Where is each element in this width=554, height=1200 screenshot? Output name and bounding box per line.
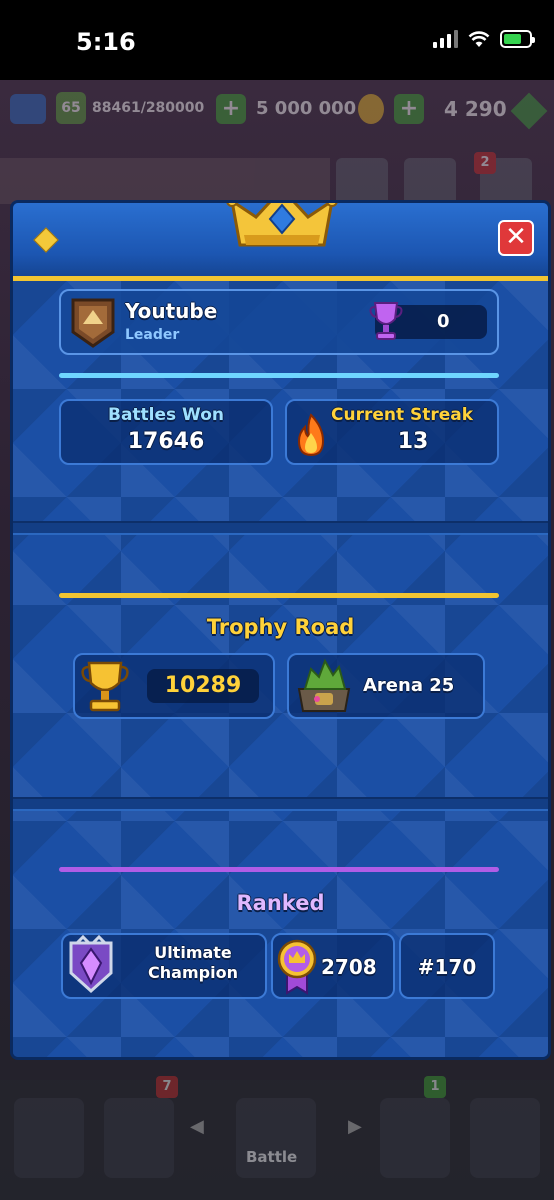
clan-trophies-value: 0 bbox=[437, 311, 450, 332]
status-icons bbox=[433, 30, 535, 48]
background-events-tab bbox=[470, 1098, 540, 1178]
left-arrow-icon: ◀ bbox=[190, 1116, 204, 1137]
battery-icon bbox=[500, 30, 535, 48]
wifi-icon bbox=[468, 31, 490, 47]
current-streak-label: Current Streak bbox=[331, 405, 474, 425]
ranked-separator bbox=[59, 867, 499, 872]
background-add-gems-button: + bbox=[394, 94, 424, 124]
current-streak-value: 13 bbox=[397, 429, 429, 454]
background-add-gold-button: + bbox=[216, 94, 246, 124]
ranked-title: Ranked bbox=[236, 891, 325, 915]
status-time: 5:16 bbox=[76, 28, 136, 56]
background-level: 65 bbox=[56, 92, 86, 124]
section-divider-2 bbox=[13, 797, 548, 811]
rating-value: 2708 bbox=[321, 955, 377, 979]
purple-trophy-icon bbox=[369, 302, 403, 340]
diamond-icon bbox=[33, 227, 59, 253]
gold-coin-icon bbox=[358, 94, 384, 124]
close-button[interactable]: ✕ bbox=[498, 220, 534, 256]
ultimate-champion-badge-icon bbox=[69, 935, 113, 994]
background-clan-tab bbox=[380, 1098, 450, 1178]
player-name: Youtube bbox=[125, 299, 218, 323]
background-gold: 5 000 000 bbox=[256, 98, 357, 119]
trophy-road-title: Trophy Road bbox=[206, 615, 355, 639]
background-cards-badge: 7 bbox=[156, 1076, 178, 1098]
right-arrow-icon: ▶ bbox=[348, 1116, 362, 1137]
rank-value: #170 bbox=[417, 955, 477, 979]
background-gems: 4 290 bbox=[444, 97, 507, 121]
section-divider-1 bbox=[13, 521, 548, 535]
background-cards-tab bbox=[104, 1098, 174, 1178]
background-shop-badge: 2 bbox=[474, 152, 496, 174]
stats-separator bbox=[59, 373, 499, 378]
arena-icon bbox=[297, 658, 351, 712]
background-shop-tab bbox=[14, 1098, 84, 1178]
ranked-medal-icon bbox=[277, 939, 317, 995]
player-role: Leader bbox=[125, 327, 180, 343]
gold-trophy-icon bbox=[81, 661, 129, 712]
background-bottom-nav bbox=[0, 1080, 554, 1200]
background-banner bbox=[0, 158, 330, 204]
battles-won-value: 17646 bbox=[127, 429, 205, 454]
battles-won-label: Battles Won bbox=[107, 405, 224, 425]
clan-badge-icon bbox=[71, 298, 115, 348]
trophy-road-separator bbox=[59, 593, 499, 598]
league-name-line1: Ultimate bbox=[154, 943, 232, 962]
league-name-line2: Champion bbox=[148, 963, 238, 982]
status-bar: 5:16 bbox=[0, 0, 554, 80]
background-xp: 88461/280000 bbox=[92, 100, 205, 116]
background-profile-icon bbox=[10, 94, 46, 124]
background-clan-badge: 1 bbox=[424, 1076, 446, 1098]
background-battle-tab bbox=[236, 1098, 316, 1178]
profile-stats-dialog: ✕ Youtube Leader 0 Battles Won 17646 Cur… bbox=[10, 200, 551, 1060]
crown-icon bbox=[226, 203, 338, 247]
flame-icon bbox=[297, 413, 325, 457]
cellular-signal-icon bbox=[433, 30, 458, 48]
background-battle-label: Battle bbox=[246, 1148, 298, 1166]
trophies-value: 10289 bbox=[164, 673, 242, 698]
arena-name: Arena 25 bbox=[363, 675, 455, 696]
